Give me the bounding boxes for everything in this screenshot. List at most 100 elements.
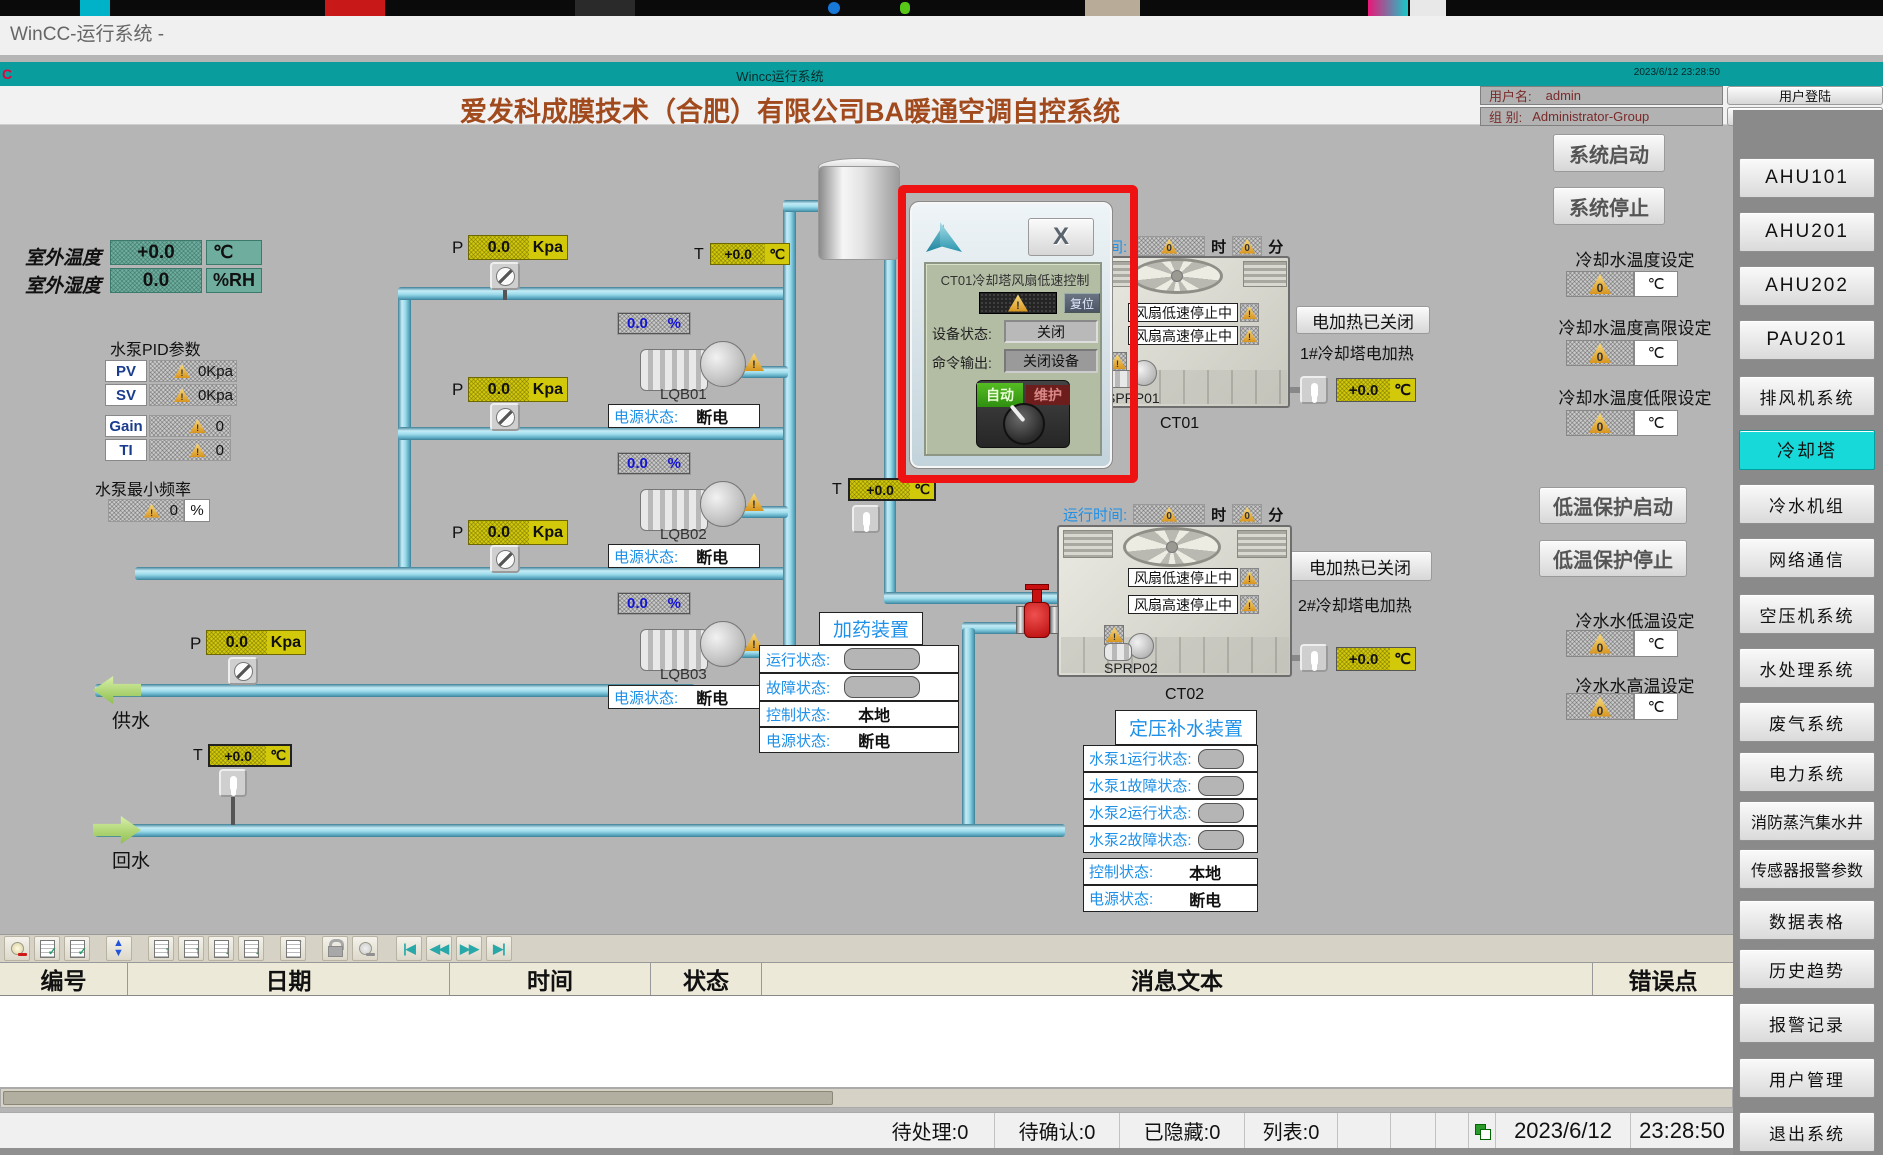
cw-temp-set-field[interactable]: 0 — [1566, 271, 1634, 297]
ct01-temp-sensor-icon[interactable] — [1300, 376, 1328, 404]
ack-single-icon[interactable]: ✓ — [34, 936, 60, 961]
pump2-speed-value: 0.0 — [627, 455, 648, 472]
temp-return-sensor-icon[interactable] — [219, 769, 247, 797]
taskbar-icon[interactable] — [1085, 0, 1140, 16]
gauge4-meter-icon[interactable] — [228, 657, 258, 685]
cw-temp-low-field[interactable]: 0 — [1566, 410, 1634, 436]
pid-gain-field[interactable]: ! 0 — [149, 415, 231, 437]
chw-high-set-field[interactable]: 0 — [1566, 693, 1634, 720]
lock-icon[interactable] — [322, 936, 348, 961]
sidebar-item-air-compressor[interactable]: 空压机系统 — [1739, 594, 1875, 634]
gauge3-meter-icon[interactable] — [490, 545, 520, 573]
system-stop-button[interactable]: 系统停止 — [1553, 187, 1665, 225]
page-up-icon[interactable]: ↑ — [178, 936, 204, 961]
pump-min-freq-field[interactable]: ! 0 — [108, 499, 184, 522]
col-status[interactable]: 状态 — [651, 963, 762, 995]
taskbar-icon[interactable] — [1368, 0, 1408, 16]
ct02-heater-status-button[interactable]: 电加热已关闭 — [1288, 551, 1432, 581]
cw-temp-high-field[interactable]: 0 — [1566, 340, 1634, 366]
valve-flange-right — [1050, 606, 1059, 634]
popup-mode-knob[interactable] — [1003, 403, 1045, 445]
scrollbar-thumb[interactable] — [3, 1091, 833, 1105]
temp-return-value: +0.0 — [210, 746, 266, 765]
sidebar-item-history-trend[interactable]: 历史趋势 — [1739, 949, 1875, 989]
sidebar-item-chiller[interactable]: 冷水机组 — [1739, 484, 1875, 524]
sidebar-item-ahu202[interactable]: AHU202 — [1739, 266, 1875, 306]
pump1-speed-field: 0.0 % — [618, 313, 690, 334]
taskbar-icon[interactable] — [1410, 0, 1446, 16]
user-login-button[interactable]: 用户登陆 — [1727, 86, 1883, 105]
page-first-icon[interactable]: ↑ — [148, 936, 174, 961]
sidebar-item-alarm-record[interactable]: 报警记录 — [1739, 1003, 1875, 1043]
dosing-run-indicator — [844, 648, 920, 670]
taskbar-icon[interactable] — [828, 2, 840, 14]
popup-close-button[interactable]: X — [1028, 218, 1094, 256]
col-date[interactable]: 日期 — [128, 963, 450, 995]
gauge2-meter-icon[interactable] — [490, 403, 520, 431]
ct02-temp-field: +0.0 ℃ — [1336, 647, 1416, 671]
nav-prev-button[interactable]: ◀◀ — [426, 936, 452, 961]
ct01-fan-control-dialog[interactable]: X CT01冷却塔风扇低速控制 ! 复位 设备状态: 关闭 命令输出: 关闭设备… — [910, 202, 1112, 468]
os-taskbar[interactable] — [0, 0, 1883, 16]
ct02-temp-sensor-icon[interactable] — [1300, 644, 1328, 672]
window-titlebar[interactable]: WinCC-运行系统 - — [0, 16, 1883, 55]
lowtemp-start-button[interactable]: 低温保护启动 — [1539, 487, 1687, 524]
sidebar-item-user-management[interactable]: 用户管理 — [1739, 1058, 1875, 1098]
page-down-icon[interactable]: ↓ — [208, 936, 234, 961]
pid-pv-field[interactable]: ! 0Kpa — [149, 360, 237, 382]
taskbar-icon[interactable] — [80, 0, 110, 16]
chw-low-set-field[interactable]: 0 — [1566, 630, 1634, 657]
pid-sv-field[interactable]: ! 0Kpa — [149, 384, 237, 406]
ct01-heater-status-button[interactable]: 电加热已关闭 — [1296, 306, 1430, 334]
nav-last-button[interactable]: ▶| — [486, 936, 512, 961]
info-text-icon[interactable]: ↑ — [280, 936, 306, 961]
sidebar-item-sensor-alarm-params[interactable]: 传感器报警参数 — [1739, 849, 1875, 889]
gauge1-letter: P — [452, 238, 463, 258]
makeup-row-2: 水泵1故障状态: — [1083, 772, 1258, 799]
status-to-ack: 待确认:0 — [995, 1113, 1120, 1148]
sidebar-item-data-table[interactable]: 数据表格 — [1739, 900, 1875, 940]
alarm-table-body[interactable] — [0, 996, 1733, 1088]
ct02-fan-icon — [1123, 527, 1221, 567]
sort-icon[interactable]: ▲▼ — [106, 936, 132, 961]
sidebar-item-power[interactable]: 电力系统 — [1739, 752, 1875, 792]
col-message[interactable]: 消息文本 — [762, 963, 1593, 995]
sidebar-item-exhaust-gas[interactable]: 废气系统 — [1739, 702, 1875, 742]
col-time[interactable]: 时间 — [450, 963, 651, 995]
pid-ti-field[interactable]: ! 0 — [149, 439, 231, 461]
col-number[interactable]: 编号 — [0, 963, 128, 995]
sidebar-item-fire-steam-sump[interactable]: 消防蒸汽集水井 — [1739, 801, 1875, 841]
popup-command-value: 关闭设备 — [1004, 349, 1098, 373]
pid-sv-value: 0 — [198, 387, 206, 404]
page-last-icon[interactable]: ↓ — [238, 936, 264, 961]
sidebar-item-exit-system[interactable]: 退出系统 — [1739, 1112, 1875, 1152]
col-errorpoint[interactable]: 错误点 — [1593, 963, 1733, 995]
valve-handle — [1025, 584, 1049, 590]
ack-all-icon[interactable]: ✓ — [64, 936, 90, 961]
sidebar-item-network[interactable]: 网络通信 — [1739, 538, 1875, 578]
sidebar-item-pau201[interactable]: PAU201 — [1739, 320, 1875, 360]
gauge1-meter-icon[interactable] — [490, 262, 520, 290]
nav-first-button[interactable]: |◀ — [396, 936, 422, 961]
nav-next-button[interactable]: ▶▶ — [456, 936, 482, 961]
temp-mid-sensor-icon[interactable] — [852, 505, 880, 533]
sidebar-item-water-treatment[interactable]: 水处理系统 — [1739, 648, 1875, 688]
system-start-button[interactable]: 系统启动 — [1553, 134, 1665, 172]
popup-reset-button[interactable]: 复位 — [1064, 293, 1100, 313]
sidebar-item-cooling-tower[interactable]: 冷却塔 — [1739, 430, 1875, 470]
alarm-hscrollbar[interactable] — [0, 1088, 1733, 1108]
sidebar-item-ahu201[interactable]: AHU201 — [1739, 212, 1875, 252]
valve-icon[interactable] — [1016, 584, 1060, 646]
lowtemp-stop-button[interactable]: 低温保护停止 — [1539, 540, 1687, 577]
taskbar-icon[interactable] — [325, 0, 385, 16]
popup-mode-switch[interactable]: 自动 维护 — [976, 380, 1070, 448]
popup-maintain-label: 维护 — [1034, 385, 1062, 405]
popup-maintain-option[interactable]: 维护 — [1026, 385, 1070, 405]
sidebar-item-ahu101[interactable]: AHU101 — [1739, 158, 1875, 198]
alarm-list-icon[interactable] — [4, 936, 30, 961]
user-name-row: 用户名: admin — [1480, 86, 1723, 105]
sidebar-item-exhaust-fan[interactable]: 排风机系统 — [1739, 376, 1875, 416]
taskbar-icon[interactable] — [900, 2, 910, 14]
taskbar-icon[interactable] — [575, 0, 635, 16]
hide-alarm-icon[interactable] — [352, 936, 378, 961]
